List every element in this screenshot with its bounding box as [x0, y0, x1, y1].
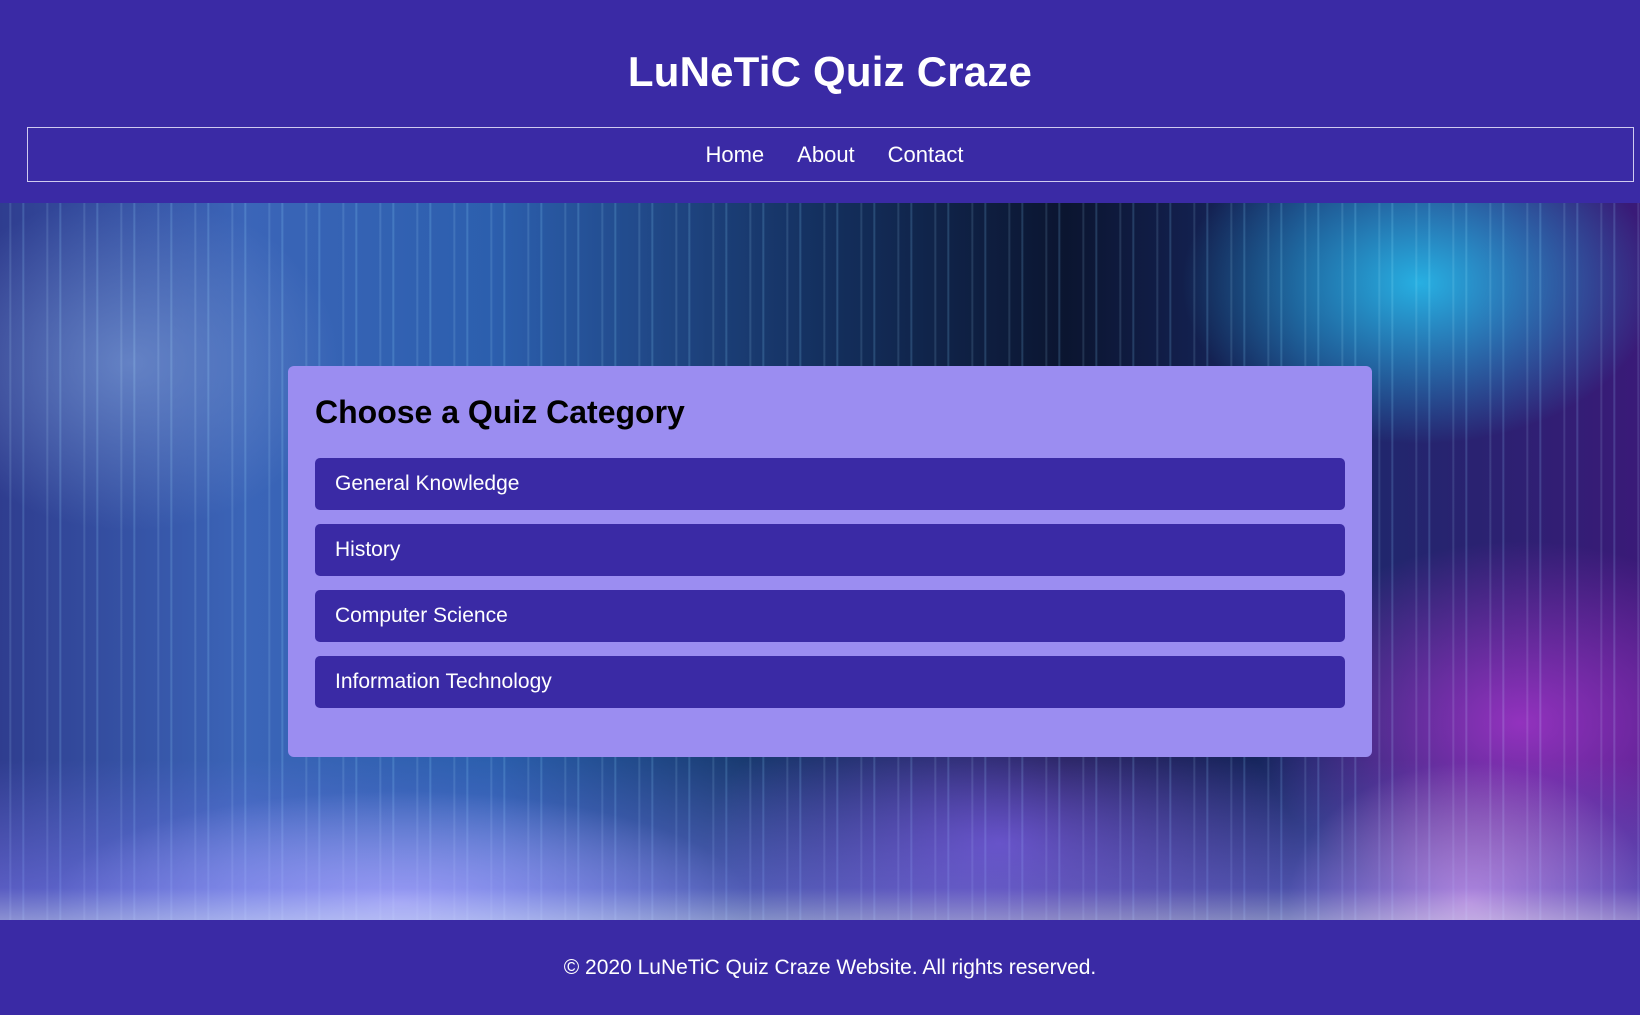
footer-copyright: © 2020 LuNeTiC Quiz Craze Website. All r…: [563, 956, 1097, 979]
main-nav: Home About Contact: [27, 127, 1634, 182]
category-information-technology-button[interactable]: Information Technology: [315, 656, 1345, 708]
quiz-category-card: Choose a Quiz Category General Knowledge…: [288, 366, 1372, 757]
site-header: LuNeTiC Quiz Craze Home About Contact: [0, 0, 1640, 203]
site-title: LuNeTiC Quiz Craze: [627, 48, 1033, 95]
nav-about-link[interactable]: About: [797, 142, 855, 168]
nav-contact-link[interactable]: Contact: [888, 142, 964, 168]
category-computer-science-button[interactable]: Computer Science: [315, 590, 1345, 642]
category-history-button[interactable]: History: [315, 524, 1345, 576]
hero-bottom-glow: [0, 760, 1640, 920]
nav-home-link[interactable]: Home: [705, 142, 764, 168]
card-title: Choose a Quiz Category: [315, 394, 685, 430]
site-footer: © 2020 LuNeTiC Quiz Craze Website. All r…: [0, 920, 1640, 1015]
category-general-knowledge-button[interactable]: General Knowledge: [315, 458, 1345, 510]
